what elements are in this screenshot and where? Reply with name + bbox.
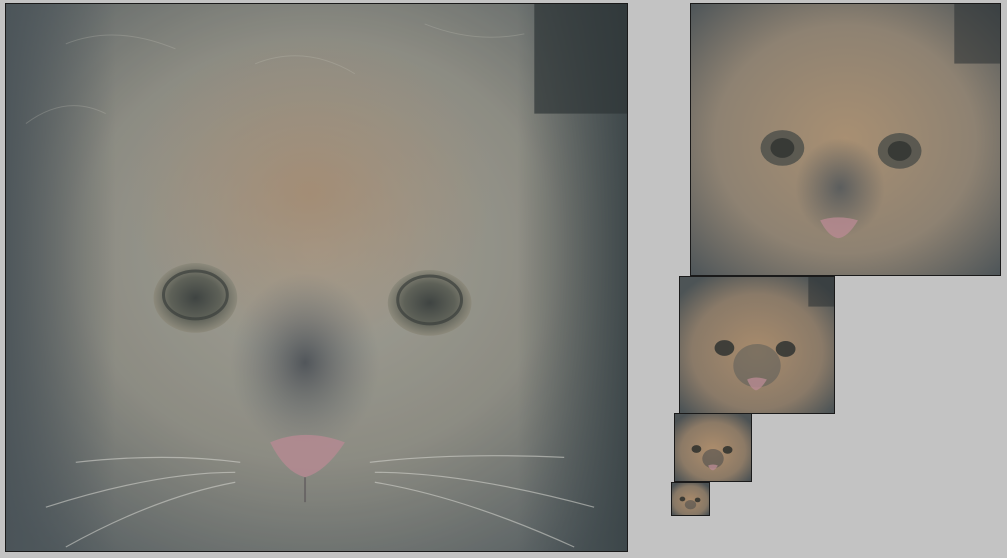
hybrid-panel-full [5, 3, 628, 552]
cat-face-image [6, 4, 627, 551]
dog-face-image-eighth [675, 414, 751, 481]
hybrid-panel-eighth [674, 413, 752, 482]
dog-face-image-sixteenth [672, 483, 709, 515]
hybrid-panel-quarter [679, 276, 835, 414]
hybrid-panel-half [690, 3, 1001, 276]
dog-face-image-half [691, 4, 1000, 275]
image-pyramid-canvas [0, 0, 1007, 558]
hybrid-panel-sixteenth [671, 482, 710, 516]
dog-face-image-quarter [680, 277, 834, 413]
